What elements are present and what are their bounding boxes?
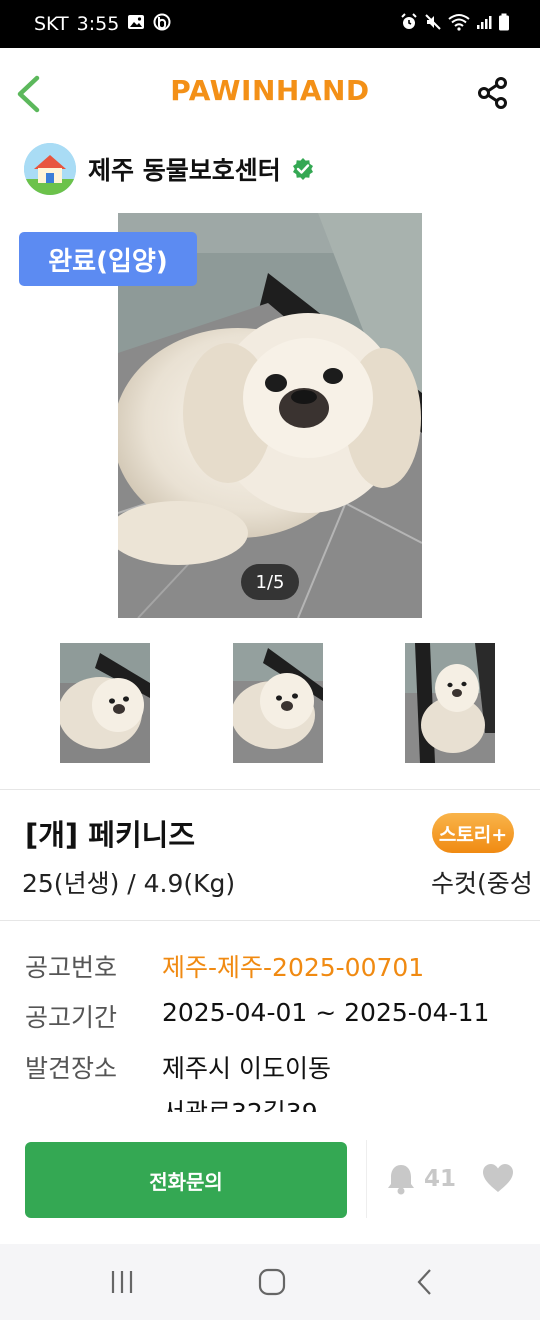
notice-period-value: 2025-04-01 ~ 2025-04-11: [162, 998, 490, 1027]
battery-icon: [498, 13, 510, 35]
status-left: SKT 3:55: [34, 0, 171, 48]
heart-icon: [483, 1164, 513, 1192]
animal-title: [개] 페키니즈: [25, 818, 196, 852]
bell-icon: [388, 1165, 414, 1195]
wifi-icon: [448, 13, 470, 35]
shelter-avatar: [24, 143, 76, 195]
share-icon: [478, 77, 507, 109]
action-separator: [366, 1140, 367, 1218]
photo-thumbnail[interactable]: [60, 643, 150, 763]
notice-number-label: 공고번호: [25, 953, 118, 982]
carrier-label: SKT: [34, 13, 69, 35]
clock: 3:55: [76, 13, 120, 35]
favorite-button[interactable]: [481, 1162, 515, 1196]
status-bar: SKT 3:55: [0, 0, 540, 48]
notification-bell-button[interactable]: 41: [386, 1162, 456, 1196]
gallery-icon: [127, 13, 145, 36]
found-place-value: 제주시 이도이동: [162, 1054, 331, 1083]
back-arrow-icon: [417, 1269, 431, 1295]
found-place-label: 발견장소: [25, 1054, 118, 1083]
bottom-action-bar: 전화문의 41: [0, 1112, 540, 1244]
recent-apps-icon: [111, 1271, 133, 1293]
mute-icon: [424, 13, 442, 35]
alarm-icon: [400, 13, 418, 35]
home-icon: [258, 1268, 286, 1296]
animal-birth-weight: 25(년생) / 4.9(Kg): [22, 869, 236, 898]
adoption-status-badge: 완료(입양): [19, 232, 197, 286]
home-button[interactable]: [255, 1266, 289, 1298]
verified-check-icon: [292, 158, 313, 180]
photo-page-counter: 1/5: [241, 564, 299, 600]
section-divider: [0, 789, 540, 790]
nav-back-button[interactable]: [408, 1266, 442, 1298]
recent-apps-button[interactable]: [105, 1266, 139, 1298]
signal-icon: [476, 14, 492, 34]
photo-thumbnail[interactable]: [405, 643, 495, 763]
status-right: [400, 0, 510, 48]
bell-count: 41: [424, 1166, 457, 1192]
app-header: PAWINHAND: [0, 48, 540, 138]
system-nav-bar: [0, 1244, 540, 1320]
section-divider: [0, 920, 540, 921]
app-notification-icon: [153, 13, 171, 36]
story-plus-button[interactable]: 스토리+: [432, 813, 514, 853]
shelter-name: 제주 동물보호센터: [88, 156, 281, 185]
notice-number-value: 제주-제주-2025-00701: [162, 953, 425, 982]
photo-thumbnail[interactable]: [233, 643, 323, 763]
brand-logo: PAWINHAND: [170, 74, 370, 107]
animal-sex: 수컷(중성: [431, 869, 533, 898]
phone-inquiry-button[interactable]: 전화문의: [25, 1142, 347, 1218]
shelter-profile[interactable]: 제주 동물보호센터: [24, 140, 315, 198]
notice-period-label: 공고기간: [25, 1003, 118, 1032]
share-button[interactable]: [476, 76, 510, 110]
